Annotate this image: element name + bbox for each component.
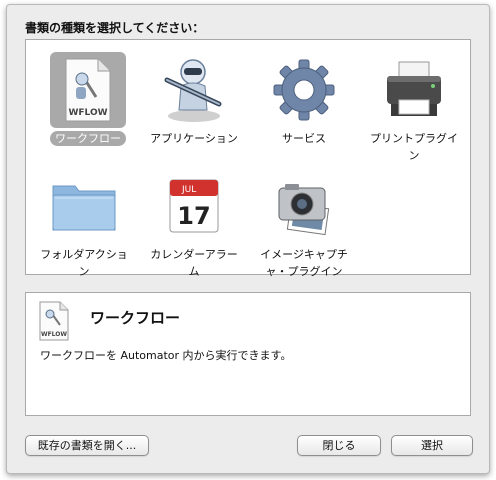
printer-icon <box>376 52 452 128</box>
workflow-icon: WFLOW <box>50 52 126 128</box>
folder-icon <box>46 168 122 244</box>
gallery-item-folder-action[interactable]: フォルダアクション <box>34 162 134 278</box>
close-button[interactable]: 閉じる <box>297 435 381 456</box>
new-document-dialog: 書類の種類を選択してください： WFLOW ワークフロー アプリケーション サー… <box>6 4 490 474</box>
description-panel: WFLOW ワークフロー ワークフローを Automator 内から実行できます… <box>25 292 471 416</box>
calendar-icon: JUL 17 <box>156 168 232 244</box>
application-robot-icon <box>156 52 232 128</box>
open-existing-document-button[interactable]: 既存の書類を開く... <box>25 435 149 456</box>
gallery-item-label: サービス <box>282 132 326 145</box>
gallery-item-label: フォルダアクション <box>40 248 128 278</box>
camera-icon <box>266 168 342 244</box>
gallery-item-label: アプリケーション <box>150 132 238 145</box>
gallery-item-print-plugin[interactable]: プリントプラグイン <box>364 46 464 162</box>
gallery-item-label: イメージキャプチャ・プラグイン <box>260 248 348 278</box>
gear-icon <box>266 52 342 128</box>
description-title: ワークフロー <box>90 309 181 327</box>
gallery-item-calendar-alarm[interactable]: JUL 17 カレンダーアラーム <box>144 162 244 278</box>
description-text: ワークフローを Automator 内から実行できます。 <box>40 349 292 362</box>
gallery-item-label: ワークフロー <box>40 130 136 147</box>
gallery-item-label: カレンダーアラーム <box>150 248 238 278</box>
svg-text:WFLOW: WFLOW <box>41 331 67 338</box>
gallery-item-application[interactable]: アプリケーション <box>144 46 244 161</box>
gallery-item-service[interactable]: サービス <box>254 46 354 161</box>
gallery-item-label: プリントプラグイン <box>370 132 458 162</box>
document-type-gallery: WFLOW ワークフロー アプリケーション サービス プリントプラグイン フォル… <box>25 39 471 278</box>
choose-button[interactable]: 選択 <box>391 435 473 456</box>
svg-text:JUL: JUL <box>181 185 196 195</box>
svg-text:17: 17 <box>177 202 210 230</box>
svg-text:WFLOW: WFLOW <box>68 108 107 118</box>
dialog-prompt: 書類の種類を選択してください： <box>25 21 205 35</box>
gallery-item-workflow[interactable]: WFLOW ワークフロー <box>38 46 138 161</box>
workflow-icon: WFLOW <box>38 301 70 341</box>
gallery-item-image-capture-plugin[interactable]: イメージキャプチャ・プラグイン <box>254 162 354 278</box>
